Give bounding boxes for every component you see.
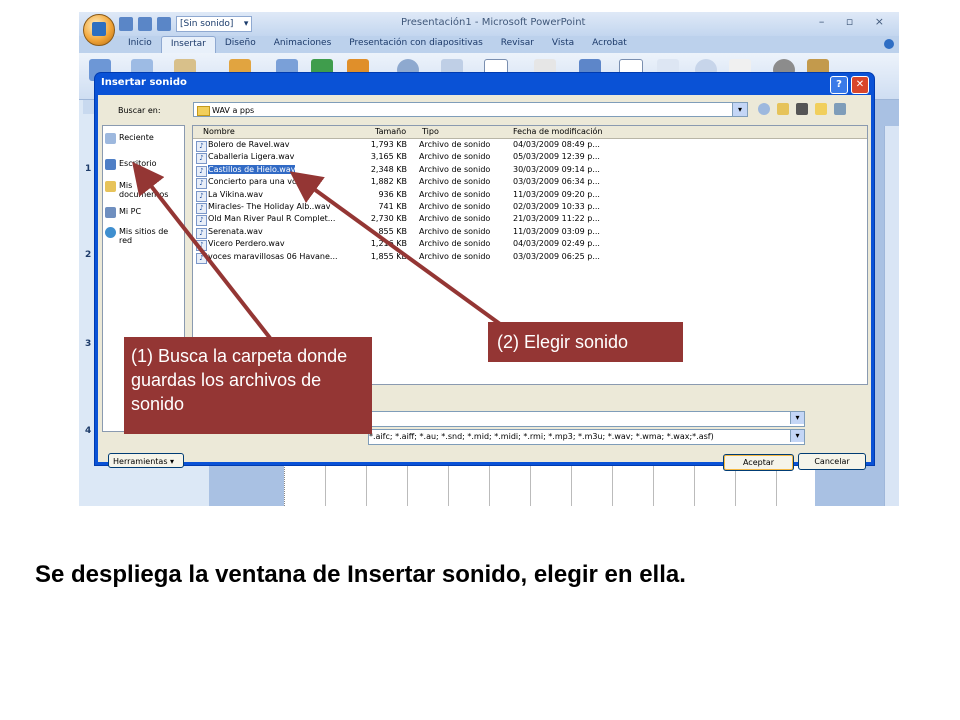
arrow-to-selected-file bbox=[289, 171, 502, 326]
office-button[interactable] bbox=[83, 14, 115, 46]
slide-caption: Se despliega la ventana de Insertar soni… bbox=[35, 561, 686, 588]
annotation-arrows bbox=[132, 161, 502, 340]
office-logo-icon bbox=[92, 22, 106, 36]
arrow-to-places bbox=[132, 161, 272, 340]
